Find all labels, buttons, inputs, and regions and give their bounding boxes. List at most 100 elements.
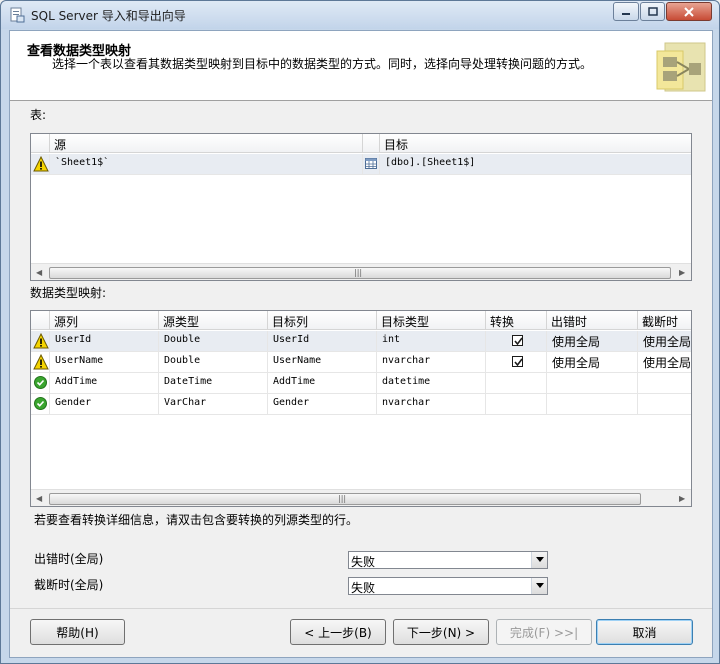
- chevron-down-icon: [536, 557, 544, 562]
- source-column-cell: Gender: [50, 394, 159, 415]
- dest-type-cell: nvarchar: [377, 394, 486, 415]
- help-button[interactable]: 帮助(H): [30, 619, 125, 645]
- warning-icon: [33, 155, 49, 172]
- on-error-col-header[interactable]: 出错时: [547, 311, 638, 330]
- table-dest-cell: [dbo].[Sheet1$]: [380, 154, 691, 175]
- row-status-cell: [31, 373, 50, 394]
- wizard-window: SQL Server 导入和导出向导 查看数据类型映射 选择一个表以查看其数据类…: [0, 0, 720, 664]
- source-column-cell: AddTime: [50, 373, 159, 394]
- success-icon: [34, 397, 47, 410]
- convert-cell: [486, 352, 547, 373]
- warning-icon: [33, 353, 49, 370]
- next-button[interactable]: 下一步(N) >: [393, 619, 489, 645]
- mapping-row[interactable]: UserName Double UserName nvarchar 使用全局 使…: [31, 352, 691, 373]
- on-trunc-cell[interactable]: 使用全局: [638, 352, 691, 373]
- convert-checkbox[interactable]: [512, 356, 523, 367]
- dest-column-cell: UserId: [268, 331, 377, 352]
- close-button[interactable]: [666, 2, 712, 21]
- maximize-button[interactable]: [640, 2, 665, 21]
- source-type-col-header[interactable]: 源类型: [159, 311, 268, 330]
- mapping-grid[interactable]: 源列 源类型 目标列 目标类型 转换 出错时 截断时 UserId Double…: [30, 310, 692, 507]
- close-icon: [684, 6, 694, 17]
- wizard-logo-icon: [656, 42, 706, 92]
- on-trunc-cell: [638, 373, 691, 394]
- tables-hscrollbar[interactable]: ◀ ||| ▶: [31, 263, 691, 280]
- checkmark-icon: [514, 358, 523, 367]
- on-trunc-global-select[interactable]: 失败: [348, 577, 548, 595]
- table-row[interactable]: `Sheet1$` [dbo].[Sheet1$]: [31, 154, 691, 175]
- on-error-global-select[interactable]: 失败: [348, 551, 548, 569]
- mapping-scroll-thumb[interactable]: |||: [49, 493, 641, 505]
- row-status-cell: [31, 352, 50, 373]
- tables-label: 表:: [30, 108, 47, 122]
- grip-icon: |||: [338, 494, 347, 503]
- on-trunc-cell[interactable]: 使用全局: [638, 331, 691, 352]
- wizard-client: 查看数据类型映射 选择一个表以查看其数据类型映射到目标中的数据类型的方式。同时，…: [9, 30, 713, 658]
- on-trunc-cell: [638, 394, 691, 415]
- tables-grid[interactable]: 源 目标 `Sheet1$` [dbo].[Sheet1$] ◀ ||| ▶: [30, 133, 692, 281]
- tables-scroll-thumb[interactable]: |||: [49, 267, 671, 279]
- on-trunc-global-value: 失败: [351, 581, 376, 595]
- scroll-left-icon[interactable]: ◀: [36, 494, 42, 503]
- dest-column-header[interactable]: 目标: [380, 134, 691, 153]
- dropdown-button[interactable]: [531, 578, 547, 594]
- page-description: 选择一个表以查看其数据类型映射到目标中的数据类型的方式。同时，选择向导处理转换问…: [52, 57, 593, 71]
- app-icon: [10, 7, 25, 23]
- scroll-right-icon[interactable]: ▶: [679, 494, 685, 503]
- back-button[interactable]: < 上一步(B): [290, 619, 386, 645]
- on-trunc-col-header[interactable]: 截断时: [638, 311, 691, 330]
- mapping-hscrollbar[interactable]: ◀ ||| ▶: [31, 489, 691, 506]
- source-type-cell: VarChar: [159, 394, 268, 415]
- convert-col-header[interactable]: 转换: [486, 311, 547, 330]
- dest-type-col-header[interactable]: 目标类型: [377, 311, 486, 330]
- dest-column-col-header[interactable]: 目标列: [268, 311, 377, 330]
- mapping-row[interactable]: AddTime DateTime AddTime datetime: [31, 373, 691, 394]
- dest-icon-column-header: [363, 134, 380, 153]
- source-type-cell: DateTime: [159, 373, 268, 394]
- maximize-icon: [647, 7, 658, 16]
- window-title: SQL Server 导入和导出向导: [31, 9, 186, 23]
- source-column-cell: UserId: [50, 331, 159, 352]
- source-type-cell: Double: [159, 331, 268, 352]
- title-bar[interactable]: SQL Server 导入和导出向导: [1, 1, 719, 29]
- dest-type-cell: int: [377, 331, 486, 352]
- finish-button[interactable]: 完成(F) >>|: [496, 619, 592, 645]
- table-status-cell: [31, 154, 50, 175]
- row-status-cell: [31, 394, 50, 415]
- footer-separator: [10, 608, 712, 609]
- source-column-col-header[interactable]: 源列: [50, 311, 159, 330]
- mapping-grid-header: 源列 源类型 目标列 目标类型 转换 出错时 截断时: [31, 311, 691, 330]
- row-status-cell: [31, 331, 50, 352]
- mapping-row[interactable]: Gender VarChar Gender nvarchar: [31, 394, 691, 415]
- conversion-hint: 若要查看转换详细信息，请双击包含要转换的列源类型的行。: [34, 513, 359, 527]
- on-error-global-value: 失败: [351, 555, 376, 569]
- on-trunc-global-label: 截断时(全局): [34, 578, 104, 592]
- minimize-button[interactable]: [613, 2, 639, 21]
- table-icon: [365, 158, 377, 169]
- grip-icon: |||: [354, 268, 363, 277]
- scroll-left-icon[interactable]: ◀: [36, 268, 42, 277]
- table-source-cell: `Sheet1$`: [50, 154, 363, 175]
- tables-grid-header: 源 目标: [31, 134, 691, 153]
- on-error-global-label: 出错时(全局): [34, 552, 104, 566]
- status-column-header: [31, 311, 50, 330]
- source-type-cell: Double: [159, 352, 268, 373]
- dropdown-button[interactable]: [531, 552, 547, 568]
- chevron-down-icon: [536, 583, 544, 588]
- convert-cell: [486, 331, 547, 352]
- on-error-cell: [547, 394, 638, 415]
- on-error-cell[interactable]: 使用全局: [547, 331, 638, 352]
- dest-column-cell: UserName: [268, 352, 377, 373]
- convert-cell: [486, 373, 547, 394]
- dest-column-cell: AddTime: [268, 373, 377, 394]
- convert-cell: [486, 394, 547, 415]
- scroll-right-icon[interactable]: ▶: [679, 268, 685, 277]
- warning-icon: [33, 332, 49, 349]
- status-column-header: [31, 134, 50, 153]
- cancel-button[interactable]: 取消: [596, 619, 693, 645]
- on-error-cell[interactable]: 使用全局: [547, 352, 638, 373]
- mapping-row[interactable]: UserId Double UserId int 使用全局 使用全局: [31, 331, 691, 352]
- dest-type-cell: nvarchar: [377, 352, 486, 373]
- source-column-header[interactable]: 源: [50, 134, 363, 153]
- convert-checkbox[interactable]: [512, 335, 523, 346]
